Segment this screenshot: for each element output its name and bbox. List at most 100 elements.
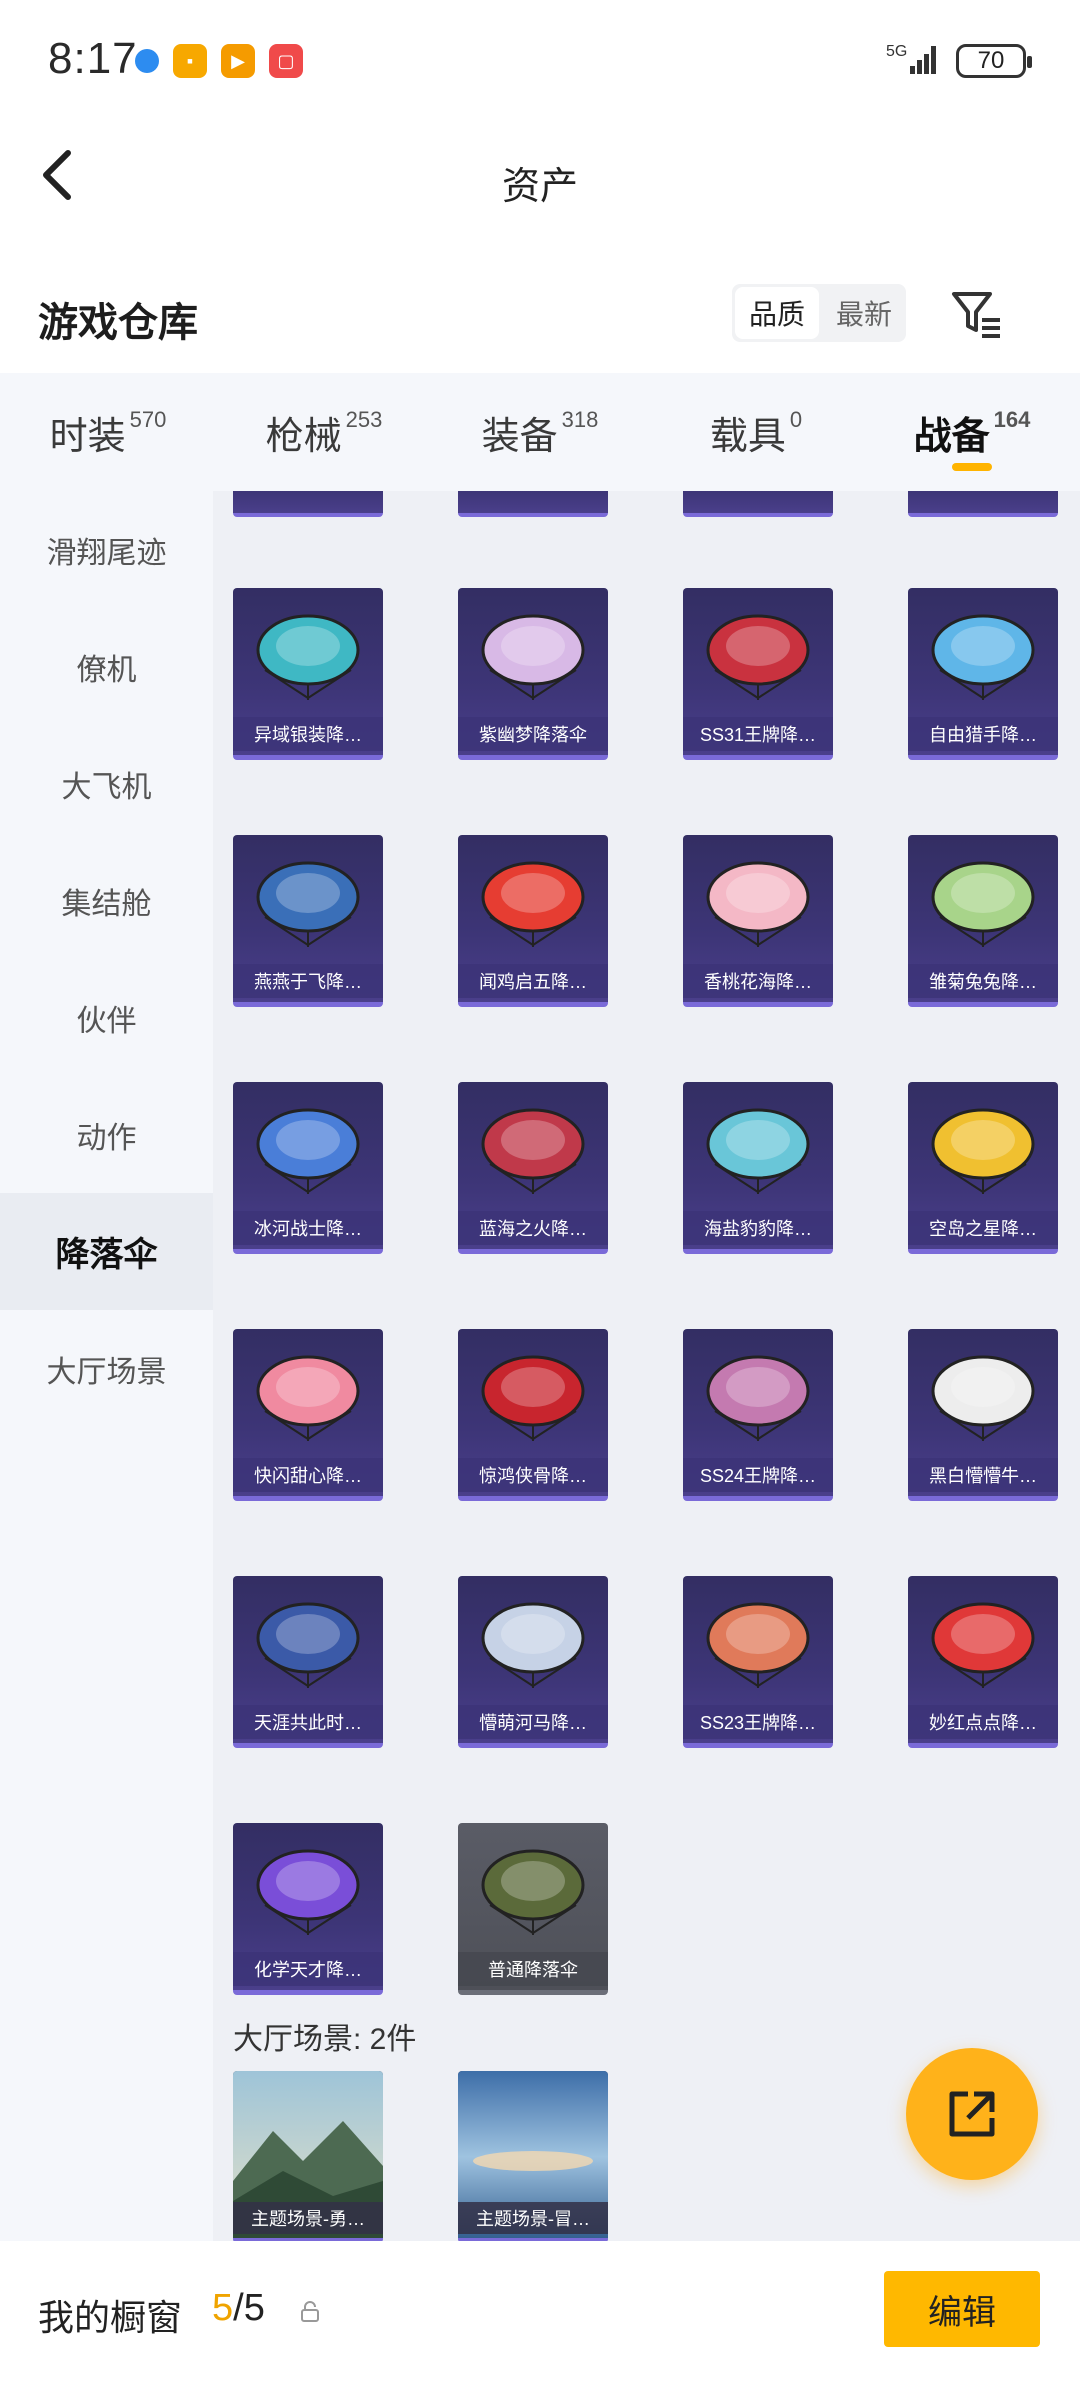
parachute-name: 黑白懵懵牛… bbox=[908, 1458, 1058, 1492]
item-grid: 异域银装降… 紫幽梦降落伞 SS31王牌降… 自由猎手降… 燕燕于飞降… 闻鸡启五降… 香桃… bbox=[213, 491, 1080, 2241]
tab-supplies[interactable]: 战备 164 bbox=[864, 373, 1080, 491]
parachute-card[interactable]: 雏菊兔兔降… bbox=[908, 835, 1058, 1007]
sidebar-item-companion[interactable]: 伙伴 bbox=[0, 959, 213, 1076]
active-tab-indicator bbox=[952, 463, 992, 471]
parachute-icon bbox=[706, 1602, 810, 1688]
parachute-card[interactable]: 懵萌河马降… bbox=[458, 1576, 608, 1748]
filter-icon bbox=[952, 292, 1000, 338]
parachute-icon bbox=[706, 614, 810, 700]
parachute-card[interactable]: 香桃花海降… bbox=[683, 835, 833, 1007]
parachute-name: 紫幽梦降落伞 bbox=[458, 717, 608, 751]
parachute-card[interactable]: 海盐豹豹降… bbox=[683, 1082, 833, 1254]
parachute-card[interactable]: 蓝海之火降… bbox=[458, 1082, 608, 1254]
share-button[interactable] bbox=[906, 2048, 1038, 2180]
network-type: 5G bbox=[886, 43, 907, 60]
parachute-card[interactable]: 妙红点点降… bbox=[908, 1576, 1058, 1748]
app-notify-icon: ▪ bbox=[173, 44, 207, 78]
scene-name: 主题场景-勇… bbox=[233, 2202, 383, 2234]
item-card-partial[interactable] bbox=[908, 491, 1058, 517]
parachute-icon bbox=[931, 1355, 1035, 1441]
parachute-card[interactable]: 天涯共此时… bbox=[233, 1576, 383, 1748]
parachute-name: 化学天才降… bbox=[233, 1952, 383, 1986]
scene-name: 主题场景-冒… bbox=[458, 2202, 608, 2234]
sort-toggle: 品质 最新 bbox=[732, 284, 906, 342]
showcase-label: 我的橱窗 bbox=[38, 2297, 183, 2338]
filter-button[interactable] bbox=[950, 286, 1004, 342]
parachute-icon bbox=[256, 614, 360, 700]
battery-icon: 70 bbox=[956, 44, 1032, 78]
item-card-partial[interactable] bbox=[233, 491, 383, 517]
parachute-card[interactable]: 惊鸿侠骨降… bbox=[458, 1329, 608, 1501]
parachute-name: 自由猎手降… bbox=[908, 717, 1058, 751]
parachute-icon bbox=[931, 861, 1035, 947]
sort-newest-button[interactable]: 最新 bbox=[822, 284, 906, 342]
parachute-card[interactable]: 空岛之星降… bbox=[908, 1082, 1058, 1254]
parachute-card[interactable]: SS24王牌降… bbox=[683, 1329, 833, 1501]
parachute-card[interactable]: 冰河战士降… bbox=[233, 1082, 383, 1254]
parachute-icon bbox=[931, 1602, 1035, 1688]
sidebar-item-emote[interactable]: 动作 bbox=[0, 1076, 213, 1193]
parachute-card[interactable]: 紫幽梦降落伞 bbox=[458, 588, 608, 760]
scene-card[interactable]: 主题场景-勇… bbox=[233, 2071, 383, 2241]
video-icon: ▶ bbox=[221, 44, 255, 78]
parachute-name: SS24王牌降… bbox=[683, 1458, 833, 1492]
subcategory-sidebar: 滑翔尾迹 僚机 大飞机 集结舱 伙伴 动作 降落伞 大厅场景 bbox=[0, 491, 213, 2241]
parachute-name: 香桃花海降… bbox=[683, 964, 833, 998]
parachute-name: 蓝海之火降… bbox=[458, 1211, 608, 1245]
sort-quality-button[interactable]: 品质 bbox=[735, 287, 819, 339]
sidebar-item-glide-trail[interactable]: 滑翔尾迹 bbox=[0, 491, 213, 608]
tab-vehicles[interactable]: 载具 0 bbox=[648, 373, 864, 491]
item-card-partial[interactable] bbox=[683, 491, 833, 517]
parachute-icon bbox=[256, 861, 360, 947]
app-red-icon: ▢ bbox=[269, 44, 303, 78]
parachute-card[interactable]: 快闪甜心降… bbox=[233, 1329, 383, 1501]
signal-icon: 5G bbox=[886, 40, 946, 85]
sidebar-item-wingman[interactable]: 僚机 bbox=[0, 608, 213, 725]
warehouse-header: 游戏仓库 品质 最新 bbox=[0, 270, 1080, 370]
lobby-scene-count: 大厅场景: 2件 bbox=[233, 2023, 417, 2056]
page-title: 资产 bbox=[501, 166, 578, 208]
parachute-name: 冰河战士降… bbox=[233, 1211, 383, 1245]
tab-fashion[interactable]: 时装 570 bbox=[0, 373, 216, 491]
parachute-icon bbox=[256, 1849, 360, 1935]
parachute-card[interactable]: 普通降落伞 bbox=[458, 1823, 608, 1995]
scene-card[interactable]: 主题场景-冒… bbox=[458, 2071, 608, 2241]
parachute-name: 普通降落伞 bbox=[458, 1952, 608, 1986]
sidebar-item-lobby-scene[interactable]: 大厅场景 bbox=[0, 1310, 213, 1427]
parachute-name: 雏菊兔兔降… bbox=[908, 964, 1058, 998]
parachute-card[interactable]: SS23王牌降… bbox=[683, 1576, 833, 1748]
nav-bar: 资产 bbox=[0, 125, 1080, 225]
tab-equipment[interactable]: 装备 318 bbox=[432, 373, 648, 491]
parachute-name: 空岛之星降… bbox=[908, 1211, 1058, 1245]
parachute-card[interactable]: 黑白懵懵牛… bbox=[908, 1329, 1058, 1501]
browser-icon bbox=[135, 49, 159, 73]
bottom-bar: 我的橱窗 5/5 编辑 bbox=[0, 2241, 1080, 2381]
parachute-name: 快闪甜心降… bbox=[233, 1458, 383, 1492]
parachute-card[interactable]: 闻鸡启五降… bbox=[458, 835, 608, 1007]
parachute-icon bbox=[256, 1108, 360, 1194]
tab-firearms[interactable]: 枪械 253 bbox=[216, 373, 432, 491]
parachute-card[interactable]: 自由猎手降… bbox=[908, 588, 1058, 760]
item-card-partial[interactable] bbox=[458, 491, 608, 517]
parachute-card[interactable]: SS31王牌降… bbox=[683, 588, 833, 760]
parachute-card[interactable]: 异域银装降… bbox=[233, 588, 383, 760]
edit-button[interactable]: 编辑 bbox=[884, 2271, 1040, 2347]
parachute-icon bbox=[931, 614, 1035, 700]
parachute-icon bbox=[706, 1355, 810, 1441]
clock: 8:17 bbox=[48, 34, 138, 83]
lock-icon bbox=[300, 2301, 320, 2323]
parachute-name: 燕燕于飞降… bbox=[233, 964, 383, 998]
parachute-card[interactable]: 化学天才降… bbox=[233, 1823, 383, 1995]
parachute-name: 惊鸿侠骨降… bbox=[458, 1458, 608, 1492]
parachute-name: SS23王牌降… bbox=[683, 1705, 833, 1739]
parachute-name: 天涯共此时… bbox=[233, 1705, 383, 1739]
sidebar-item-plane[interactable]: 大飞机 bbox=[0, 725, 213, 842]
parachute-name: 闻鸡启五降… bbox=[458, 964, 608, 998]
warehouse-title: 游戏仓库 bbox=[38, 301, 198, 345]
status-bar: 8:17 ▪ ▶ ▢ 5G 70 bbox=[0, 0, 1080, 125]
parachute-icon bbox=[706, 1108, 810, 1194]
sidebar-item-parachute[interactable]: 降落伞 bbox=[0, 1193, 213, 1310]
sidebar-item-pod[interactable]: 集结舱 bbox=[0, 842, 213, 959]
parachute-icon bbox=[481, 1355, 585, 1441]
parachute-card[interactable]: 燕燕于飞降… bbox=[233, 835, 383, 1007]
